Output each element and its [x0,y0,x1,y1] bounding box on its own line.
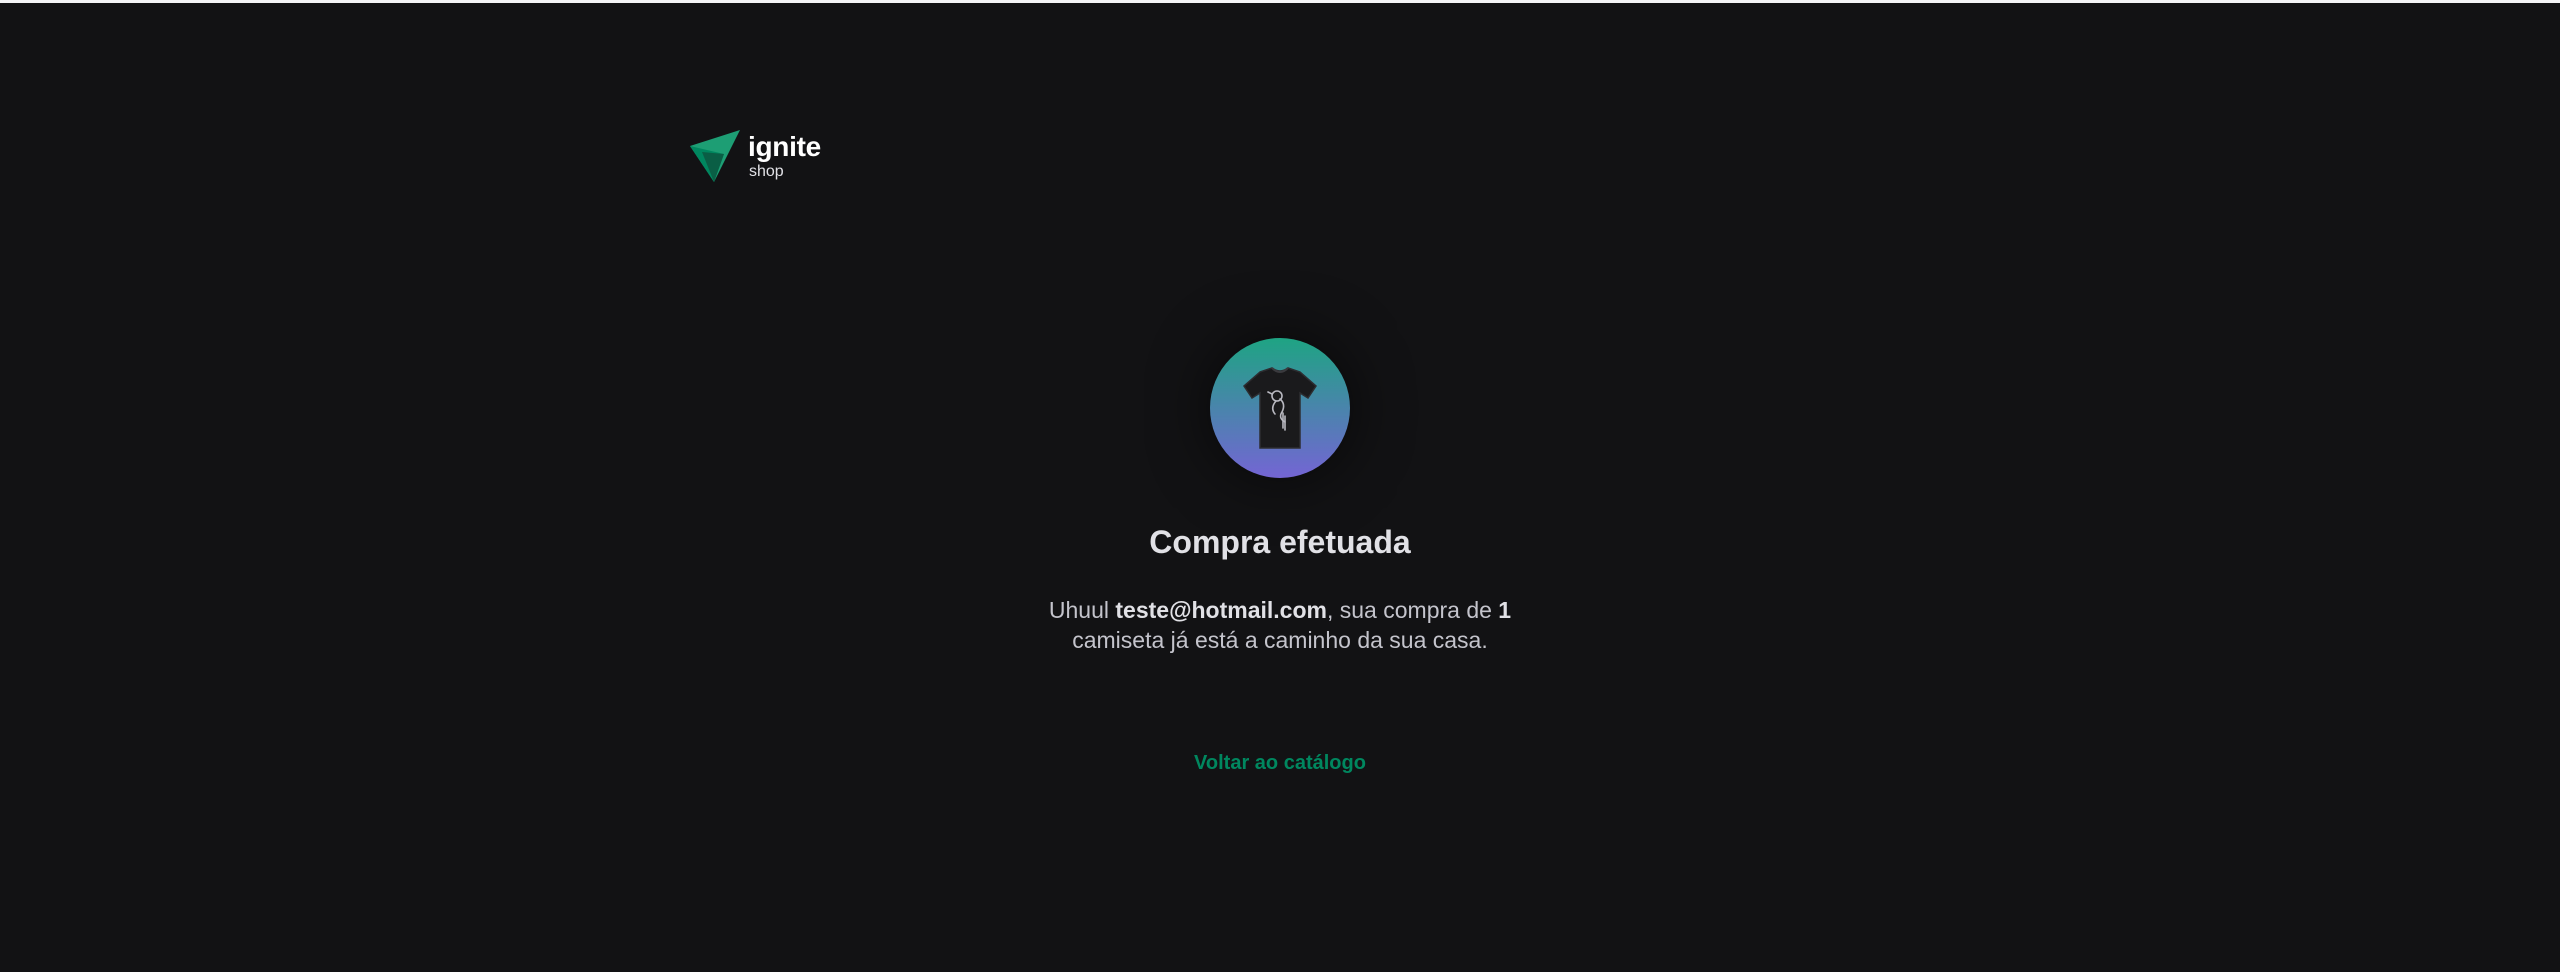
purchase-quantity: 1 [1498,597,1512,623]
tshirt-icon [1243,367,1317,449]
ignite-logo-icon [688,130,740,182]
back-to-catalog-link[interactable]: Voltar ao catálogo [1194,752,1366,775]
message-mid-text: , sua compra de [1326,597,1492,623]
success-page: ignite shop Compra efetuada Uhuul teste@… [0,0,2560,972]
logo-text: ignite shop [748,130,821,180]
logo-sub: shop [749,162,784,180]
confirmation-message: Uhuul teste@hotmail.com, sua compra de 1… [1030,595,1530,655]
logo-link[interactable]: ignite shop [688,130,821,182]
product-image [1210,338,1350,478]
page-title: Compra efetuada [1149,524,1411,560]
message-tail-text: camiseta já está a caminho da sua casa. [1072,627,1488,653]
logo-name: ignite [748,130,821,162]
success-container: Compra efetuada Uhuul teste@hotmail.com,… [0,338,2560,775]
customer-email: teste@hotmail.com [1115,597,1327,623]
top-strip [0,0,2560,3]
greeting-text: Uhuul [1048,597,1109,623]
